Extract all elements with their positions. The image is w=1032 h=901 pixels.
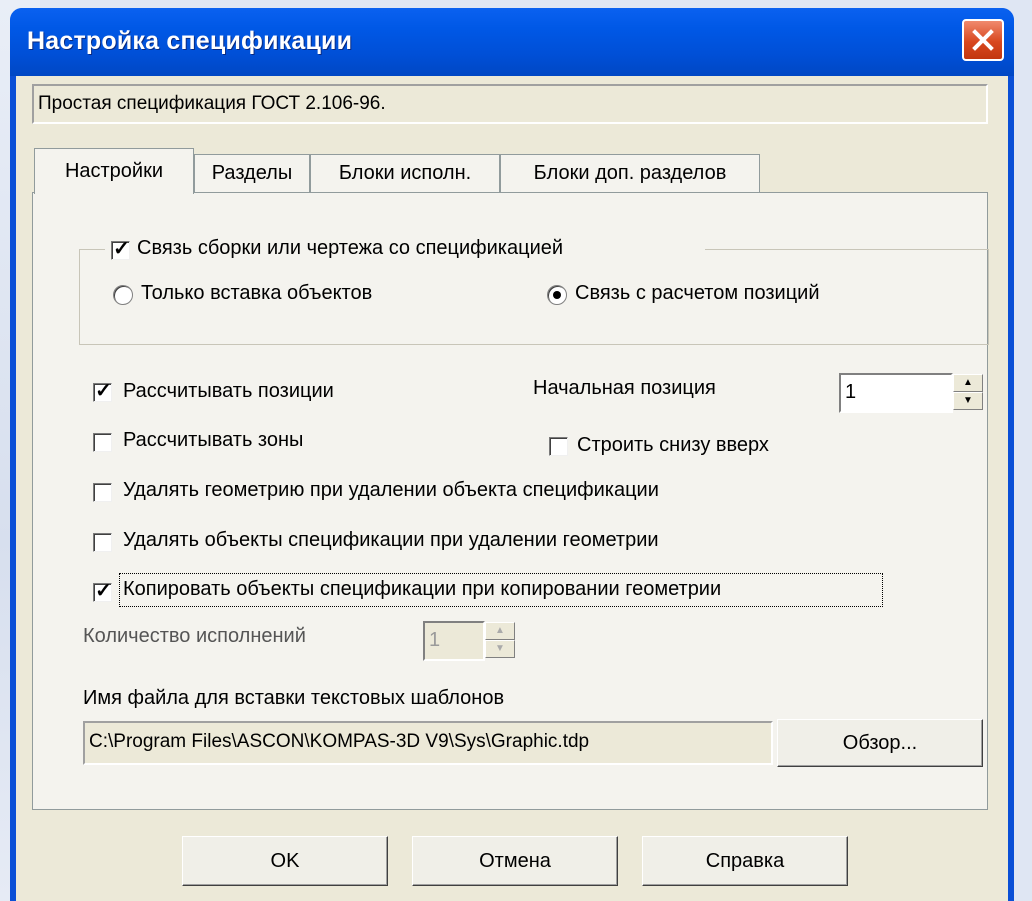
tab-settings[interactable]: Настройки: [34, 148, 194, 194]
close-button[interactable]: [962, 19, 1004, 61]
ok-button[interactable]: OK: [182, 836, 388, 886]
checkmark-icon: ✓: [113, 238, 130, 260]
spin-down-icon[interactable]: ▼: [485, 640, 515, 658]
template-file-label: Имя файла для вставки текстовых шаблонов: [83, 687, 505, 709]
calc-positions-label[interactable]: Рассчитывать позиции: [123, 380, 334, 403]
start-position-input[interactable]: 1: [839, 373, 953, 413]
spin-down-icon[interactable]: ▼: [953, 392, 983, 410]
variants-count-input[interactable]: 1: [423, 621, 485, 661]
checkmark-icon: ✓: [95, 380, 112, 402]
browse-button[interactable]: Обзор...: [777, 719, 983, 767]
build-bottom-up-checkbox[interactable]: [549, 437, 568, 456]
delete-geometry-checkbox[interactable]: [93, 483, 112, 502]
copy-objects-label[interactable]: Копировать объекты спецификации при копи…: [123, 578, 721, 601]
tab-extra-section-blocks[interactable]: Блоки доп. разделов: [500, 154, 760, 192]
calc-zones-checkbox[interactable]: [93, 433, 112, 452]
variants-count-label: Количество исполнений: [83, 625, 306, 647]
specification-description: Простая спецификация ГОСТ 2.106-96.: [32, 84, 988, 124]
start-position-label: Начальная позиция: [533, 377, 716, 399]
start-position-spinner[interactable]: ▲ ▼: [953, 374, 983, 410]
delete-geometry-label[interactable]: Удалять геометрию при удалении объекта с…: [123, 479, 659, 502]
spin-up-icon[interactable]: ▲: [953, 374, 983, 392]
tab-sections[interactable]: Разделы: [194, 154, 310, 192]
radio-insert-only-label[interactable]: Только вставка объектов: [141, 282, 372, 305]
variants-count-spinner[interactable]: ▲ ▼: [485, 622, 515, 658]
dialog-window: Настройка спецификации Простая специфика…: [10, 8, 1014, 901]
template-file-path[interactable]: C:\Program Files\ASCON\KOMPAS-3D V9\Sys\…: [83, 721, 773, 765]
close-icon: [972, 29, 994, 51]
copy-objects-checkbox[interactable]: ✓: [93, 580, 112, 602]
delete-objects-label[interactable]: Удалять объекты спецификации при удалени…: [123, 529, 659, 552]
checkmark-icon: ✓: [95, 580, 112, 602]
delete-objects-checkbox[interactable]: [93, 533, 112, 552]
build-bottom-up-label[interactable]: Строить снизу вверх: [577, 434, 769, 457]
link-checkbox[interactable]: ✓: [111, 238, 130, 260]
radio-insert-only[interactable]: [113, 285, 133, 305]
calc-zones-label[interactable]: Рассчитывать зоны: [123, 429, 303, 452]
tab-variant-blocks[interactable]: Блоки исполн.: [310, 154, 500, 192]
window-title: Настройка спецификации: [27, 27, 353, 55]
link-checkbox-label[interactable]: Связь сборки или чертежа со спецификацие…: [137, 237, 563, 260]
help-button[interactable]: Справка: [642, 836, 848, 886]
dialog-client-area: Простая спецификация ГОСТ 2.106-96. Наст…: [16, 76, 1008, 901]
calc-positions-checkbox[interactable]: ✓: [93, 380, 112, 402]
title-bar[interactable]: Настройка спецификации: [10, 8, 1014, 76]
cancel-button[interactable]: Отмена: [412, 836, 618, 886]
radio-calc-positions[interactable]: [547, 285, 567, 305]
radio-selected-dot: [553, 291, 561, 299]
spin-up-icon[interactable]: ▲: [485, 622, 515, 640]
radio-calc-positions-label[interactable]: Связь с расчетом позиций: [575, 282, 820, 305]
settings-panel: ✓ Связь сборки или чертежа со спецификац…: [32, 192, 989, 810]
